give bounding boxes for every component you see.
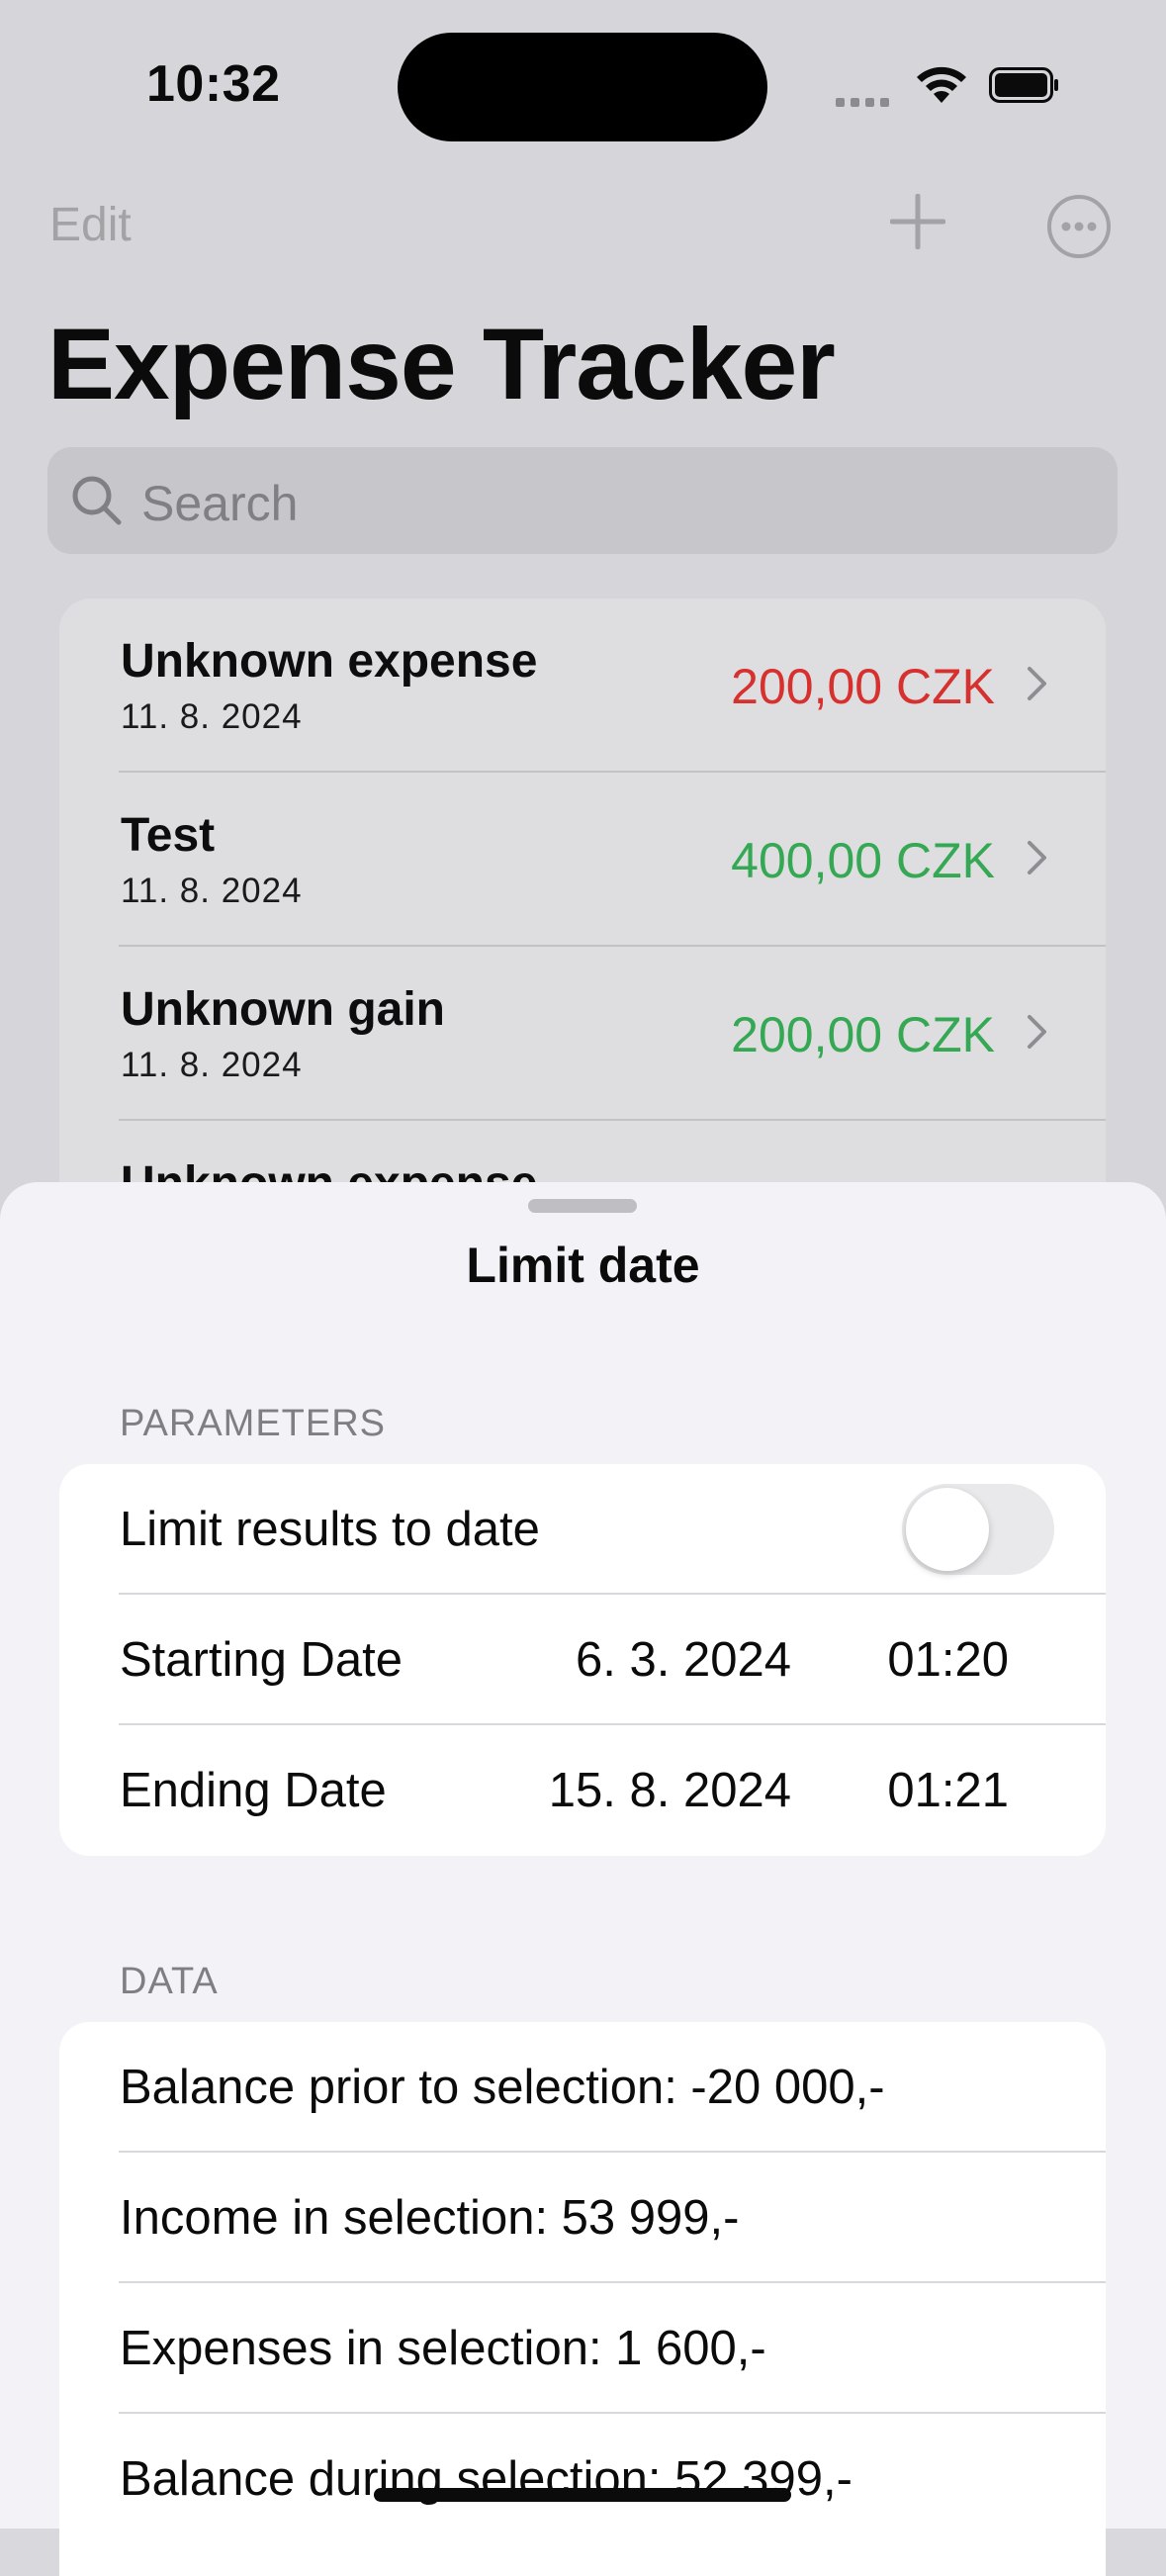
dynamic-island — [398, 33, 767, 141]
limit-toggle-row: Limit results to date — [59, 1464, 1106, 1595]
parameters-header: PARAMETERS — [120, 1403, 387, 1444]
transaction-name: Test — [121, 809, 216, 862]
ending-date-picker[interactable]: 15. 8. 2024 — [549, 1763, 791, 1818]
chevron-right-icon — [1028, 667, 1046, 700]
search-icon — [72, 476, 122, 525]
limit-results-label: Limit results to date — [120, 1503, 540, 1556]
list-item[interactable]: Test 11. 8. 2024 400,00 CZK — [59, 773, 1106, 947]
parameters-card: Limit results to date Starting Date 6. 3… — [59, 1464, 1106, 1856]
list-item[interactable]: Unknown gain 11. 8. 2024 200,00 CZK — [59, 947, 1106, 1121]
limit-results-toggle[interactable] — [902, 1484, 1054, 1575]
starting-date-picker[interactable]: 6. 3. 2024 — [576, 1632, 791, 1688]
plus-icon[interactable] — [890, 194, 945, 249]
search-placeholder: Search — [141, 476, 299, 531]
ending-time-picker[interactable]: 01:21 — [887, 1763, 1009, 1818]
ending-date-label: Ending Date — [120, 1764, 387, 1817]
wifi-icon — [917, 66, 966, 103]
expenses-text: Expenses in selection: 1 600,- — [120, 2322, 766, 2375]
search-bar[interactable]: Search — [47, 447, 1118, 554]
starting-time-picker[interactable]: 01:20 — [887, 1632, 1009, 1688]
data-row: Balance during selection: 52 399,- — [59, 2414, 1106, 2544]
home-indicator[interactable] — [374, 2488, 791, 2502]
transaction-name: Unknown expense — [121, 635, 538, 688]
data-header: DATA — [120, 1961, 219, 2002]
cellular-signal-icon — [836, 94, 895, 112]
data-row: Expenses in selection: 1 600,- — [59, 2283, 1106, 2414]
transaction-amount: 200,00 CZK — [731, 659, 995, 714]
toggle-knob — [906, 1488, 989, 1571]
ellipsis-circle-icon[interactable] — [1046, 194, 1112, 259]
starting-date-label: Starting Date — [120, 1633, 403, 1687]
ending-date-row: Ending Date 15. 8. 2024 01:21 — [59, 1725, 1106, 1856]
transaction-date: 11. 8. 2024 — [121, 872, 303, 910]
status-time: 10:32 — [146, 55, 281, 113]
transaction-date: 11. 8. 2024 — [121, 1046, 303, 1084]
transaction-amount: 200,00 CZK — [731, 1007, 995, 1062]
data-row: Income in selection: 53 999,- — [59, 2153, 1106, 2283]
chevron-right-icon — [1028, 841, 1046, 874]
balance-prior-text: Balance prior to selection: -20 000,- — [120, 2061, 885, 2114]
page-title: Expense Tracker — [47, 308, 836, 420]
chevron-right-icon — [1028, 1015, 1046, 1049]
transaction-amount: 400,00 CZK — [731, 833, 995, 888]
starting-date-row: Starting Date 6. 3. 2024 01:20 — [59, 1595, 1106, 1725]
battery-icon — [989, 67, 1058, 103]
data-row: Balance prior to selection: -20 000,- — [59, 2022, 1106, 2153]
transaction-name: Unknown gain — [121, 983, 445, 1036]
list-item[interactable]: Unknown expense 11. 8. 2024 200,00 CZK — [59, 598, 1106, 773]
sheet-title: Limit date — [466, 1238, 700, 1293]
transactions-list: Unknown expense 11. 8. 2024 200,00 CZK T… — [59, 598, 1106, 1192]
edit-button[interactable]: Edit — [49, 198, 132, 252]
transaction-date: 11. 8. 2024 — [121, 697, 303, 736]
sheet-grabber[interactable] — [528, 1199, 637, 1213]
income-text: Income in selection: 53 999,- — [120, 2191, 740, 2245]
